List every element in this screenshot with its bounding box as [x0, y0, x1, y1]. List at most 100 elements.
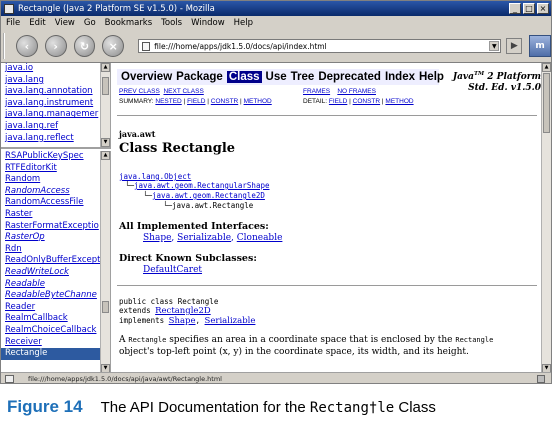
page-icon	[142, 41, 151, 51]
package-link[interactable]: java.lang.managemer	[1, 109, 110, 121]
window-title: Rectangle (Java 2 Platform SE v1.5.0) - …	[18, 3, 215, 14]
hierarchy-row-2: └─java.awt.geom.Rectangle2D	[143, 191, 265, 200]
url-text[interactable]: file:///home/apps/jdk1.5.0/docs/api/inde…	[154, 42, 489, 51]
class-link[interactable]: ReadableByteChanne	[1, 290, 110, 302]
scroll-thumb[interactable]	[102, 77, 109, 95]
summary-method-link[interactable]: METHOD	[244, 98, 272, 105]
no-frames-link[interactable]: NO FRAMES	[337, 88, 376, 95]
hierarchy-link-object[interactable]: java.lang.Object	[119, 172, 191, 181]
nav-deprecated[interactable]: Deprecated	[318, 71, 381, 83]
menu-view[interactable]: View	[55, 18, 75, 28]
close-button[interactable]: ×	[537, 3, 549, 14]
scroll-up-icon[interactable]: ▲	[101, 151, 110, 160]
frames-link[interactable]: FRAMES	[303, 88, 330, 95]
declaration-line-2: extends Rectangle2D	[119, 306, 211, 316]
class-link[interactable]: ReadOnlyBufferExcept	[1, 255, 110, 267]
detail-constr-link[interactable]: CONSTR	[353, 98, 380, 105]
scroll-down-icon[interactable]: ▼	[101, 138, 110, 147]
class-description: A Rectangle specifies an area in a coord…	[119, 335, 529, 358]
class-link[interactable]: Raster	[1, 209, 110, 221]
menu-tools[interactable]: Tools	[161, 18, 182, 28]
class-link[interactable]: RandomAccessFile	[1, 197, 110, 209]
summary-field-link[interactable]: FIELD	[187, 98, 205, 105]
package-link[interactable]: java.lang	[1, 75, 110, 87]
brand-edition: Std. Ed. v1.5.0	[468, 83, 541, 93]
nav-overview[interactable]: Overview	[121, 71, 172, 83]
package-link[interactable]: java.lang.annotation	[1, 86, 110, 98]
implements-link-shape[interactable]: Shape	[169, 316, 196, 326]
scroll-up-icon[interactable]: ▲	[542, 63, 551, 72]
menu-window[interactable]: Window	[191, 18, 225, 28]
package-link[interactable]: java.lang.ref	[1, 121, 110, 133]
class-link[interactable]: RTFEditorKit	[1, 163, 110, 175]
menu-bookmarks[interactable]: Bookmarks	[105, 18, 153, 28]
menu-edit[interactable]: Edit	[29, 18, 45, 28]
documentation-scrollbar[interactable]: ▲ ▼	[541, 63, 551, 373]
subnav-row-1: PREV CLASS NEXT CLASS	[119, 88, 204, 95]
interface-link-cloneable[interactable]: Cloneable	[237, 233, 283, 243]
class-link[interactable]: Reader	[1, 302, 110, 314]
classes-frame: RSAPublicKeySpec RTFEditorKit Random Random…	[1, 151, 111, 373]
mozilla-throbber-icon[interactable]: m	[529, 35, 551, 57]
scroll-up-icon[interactable]: ▲	[101, 63, 110, 72]
class-link[interactable]: RandomAccess	[1, 186, 110, 198]
prev-class-link[interactable]: PREV CLASS	[119, 88, 160, 95]
class-link[interactable]: Rdn	[1, 244, 110, 256]
maximize-button[interactable]: □	[523, 3, 535, 14]
package-link[interactable]: java.io	[1, 63, 110, 75]
scroll-thumb[interactable]	[102, 301, 109, 313]
reload-icon[interactable]: ↻	[73, 35, 96, 57]
classes-scrollbar[interactable]: ▲ ▼	[100, 151, 110, 373]
url-bar[interactable]: file:///home/apps/jdk1.5.0/docs/api/inde…	[138, 39, 502, 53]
menu-help[interactable]: Help	[234, 18, 253, 28]
menu-go[interactable]: Go	[84, 18, 96, 28]
detail-field-link[interactable]: FIELD	[329, 98, 347, 105]
browser-window: Rectangle (Java 2 Platform SE v1.5.0) - …	[0, 0, 552, 384]
class-title: Class Rectangle	[119, 141, 236, 156]
hierarchy-link-rectangularshape[interactable]: java.awt.geom.RectangularShape	[134, 181, 269, 190]
stop-icon[interactable]: ×	[102, 35, 125, 57]
class-link-selected[interactable]: Rectangle	[1, 348, 110, 360]
class-link[interactable]: RSAPublicKeySpec	[1, 151, 110, 163]
desc-mid: specifies an area in a coordinate space …	[169, 335, 453, 345]
class-link[interactable]: RasterFormatExceptio	[1, 221, 110, 233]
next-class-link[interactable]: NEXT CLASS	[163, 88, 203, 95]
go-icon[interactable]: ▶	[506, 38, 523, 54]
hierarchy-link-rectangle2d[interactable]: java.awt.geom.Rectangle2D	[152, 191, 265, 200]
url-dropdown-icon[interactable]: ▼	[489, 41, 500, 51]
desc-line-2: object's top-left point (x, y) in the co…	[119, 346, 469, 357]
extends-link-rectangle2d[interactable]: Rectangle2D	[155, 306, 211, 316]
forward-icon[interactable]: ›	[44, 35, 67, 57]
interface-link-serializable[interactable]: Serializable	[177, 233, 231, 243]
minimize-button[interactable]: _	[509, 3, 521, 14]
platform-brand: JavaTM 2 Platform Std. Ed. v1.5.0	[439, 69, 541, 94]
desc-code-2: Rectangle	[455, 336, 494, 344]
nav-tree[interactable]: Tree	[291, 71, 315, 83]
summary-constr-link[interactable]: CONSTR	[211, 98, 238, 105]
summary-nested-link[interactable]: NESTED	[155, 98, 181, 105]
class-link[interactable]: Random	[1, 174, 110, 186]
class-link[interactable]: Readable	[1, 279, 110, 291]
status-icon	[5, 374, 14, 383]
packages-scrollbar[interactable]: ▲ ▼	[100, 63, 110, 147]
nav-package[interactable]: Package	[176, 71, 223, 83]
nav-use[interactable]: Use	[266, 71, 287, 83]
back-icon[interactable]: ‹	[15, 35, 38, 57]
implements-link-serializable[interactable]: Serializable	[205, 316, 256, 326]
subclass-link-defaultcaret[interactable]: DefaultCaret	[143, 265, 202, 275]
class-link[interactable]: ReadWriteLock	[1, 267, 110, 279]
class-link[interactable]: RasterOp	[1, 232, 110, 244]
detail-method-link[interactable]: METHOD	[385, 98, 413, 105]
nav-index[interactable]: Index	[385, 71, 415, 83]
packages-frame: java.io java.lang java.lang.annotation java…	[1, 63, 111, 149]
interface-link-shape[interactable]: Shape	[143, 233, 171, 243]
page-content: java.io java.lang java.lang.annotation java…	[1, 62, 551, 373]
class-link[interactable]: RealmChoiceCallback	[1, 325, 110, 337]
package-link[interactable]: java.lang.instrument	[1, 98, 110, 110]
package-link[interactable]: java.lang.reflect	[1, 133, 110, 145]
class-link[interactable]: RealmCallback	[1, 313, 110, 325]
scroll-thumb[interactable]	[543, 73, 550, 133]
menu-file[interactable]: File	[6, 18, 20, 28]
class-link[interactable]: Receiver	[1, 337, 110, 349]
toolbar-grip[interactable]	[3, 33, 9, 59]
